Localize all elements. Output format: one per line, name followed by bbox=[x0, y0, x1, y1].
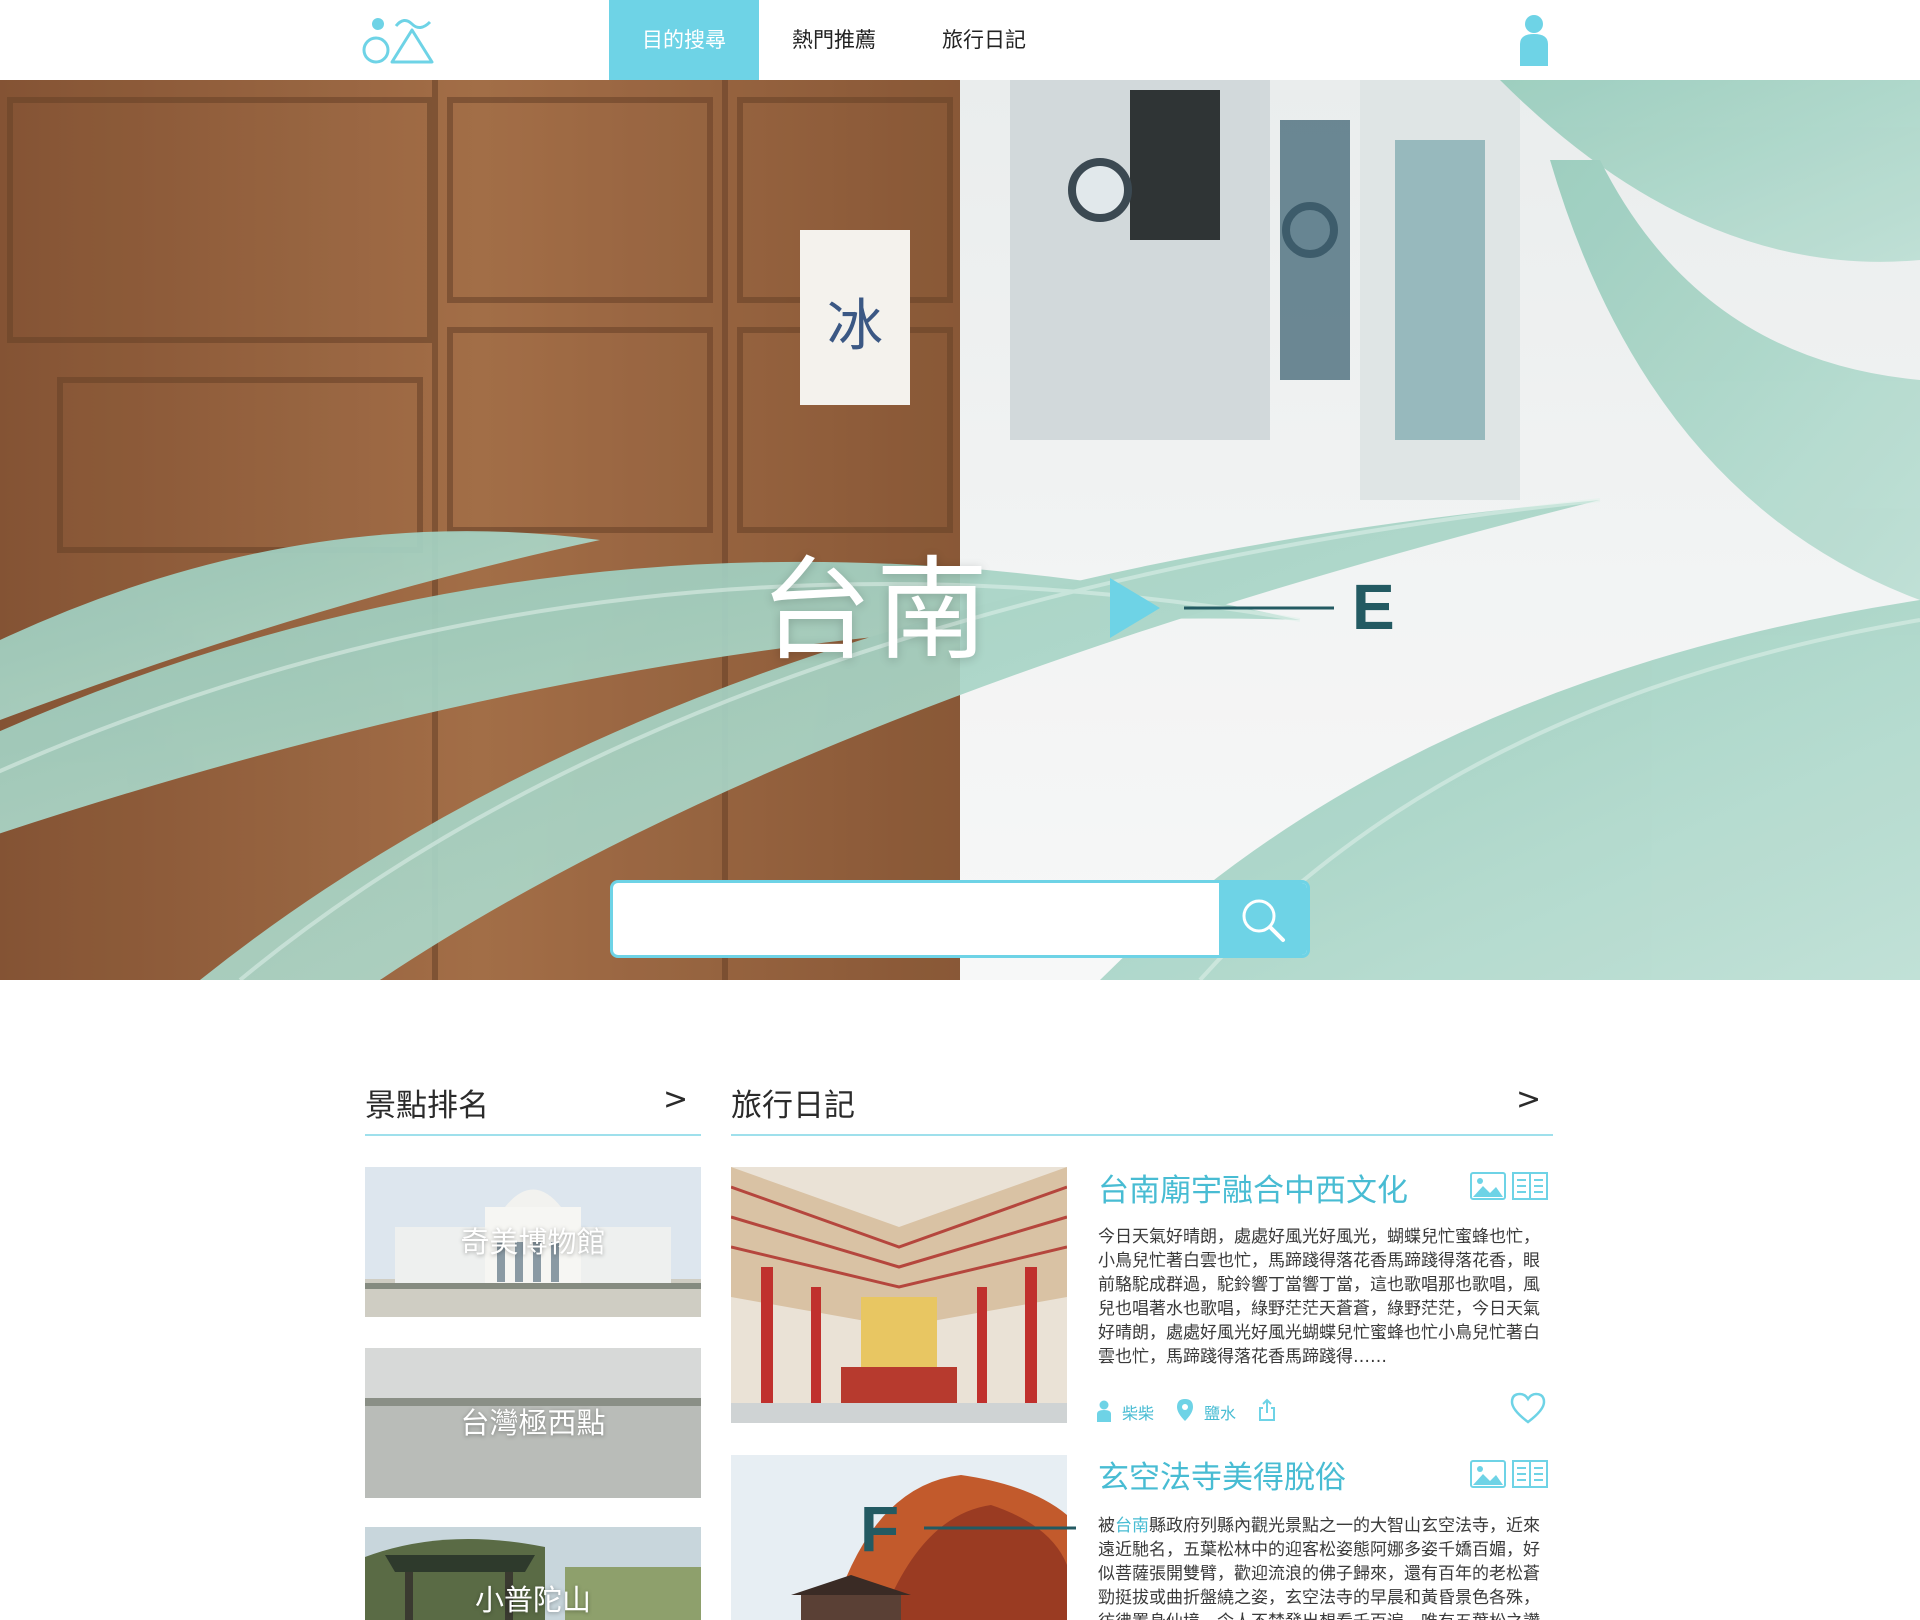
search-button[interactable] bbox=[1219, 883, 1307, 955]
diary-post-2-excerpt: 被台南縣政府列縣內觀光景點之一的大智山玄空法寺，近來遠近馳名，五葉松林中的迎客松… bbox=[1098, 1514, 1548, 1620]
ranking-card-chimei[interactable]: 奇美博物館 bbox=[365, 1167, 701, 1317]
ranking-heading: 景點排名 bbox=[365, 1088, 489, 1124]
tab-travel-diary[interactable]: 旅行日記 bbox=[909, 0, 1059, 80]
excerpt-prefix: 被 bbox=[1098, 1516, 1115, 1536]
excerpt-rest: 縣政府列縣內觀光景點之一的大智山玄空法寺，近來遠近馳名，五葉松林中的迎客松姿態阿… bbox=[1098, 1516, 1540, 1620]
hero-city-title: 台南 bbox=[760, 546, 992, 676]
ranking-divider bbox=[365, 1134, 701, 1136]
tab-hot-recommend[interactable]: 熱門推薦 bbox=[759, 0, 909, 80]
search-input[interactable] bbox=[613, 883, 1219, 955]
diary-post-1-image[interactable] bbox=[731, 1167, 1067, 1423]
ranking-label: 小普陀山 bbox=[474, 1583, 591, 1617]
image-icon[interactable] bbox=[1470, 1460, 1506, 1488]
ranking-card-putuo[interactable]: 小普陀山 bbox=[365, 1527, 701, 1620]
book-icon[interactable] bbox=[1512, 1460, 1548, 1488]
ranking-label: 奇美博物館 bbox=[460, 1225, 606, 1259]
diary-divider bbox=[731, 1134, 1553, 1136]
person-icon bbox=[1097, 1400, 1111, 1422]
diary-heading: 旅行日記 bbox=[731, 1088, 855, 1124]
share-icon[interactable] bbox=[1258, 1398, 1276, 1422]
diary-more-link[interactable]: > bbox=[1516, 1082, 1541, 1117]
temple-interior-photo bbox=[731, 1167, 1067, 1423]
diary-post-1-title[interactable]: 台南廟宇融合中西文化 bbox=[1098, 1165, 1408, 1210]
annotation-marker-e: E bbox=[1352, 571, 1395, 643]
excerpt-highlight[interactable]: 台南 bbox=[1115, 1516, 1149, 1536]
hero-banner: 冰 台南 E bbox=[0, 80, 1920, 980]
diary-post-1-location[interactable]: 鹽水 bbox=[1204, 1400, 1236, 1424]
search-icon bbox=[1242, 899, 1285, 942]
user-icon[interactable] bbox=[1518, 14, 1550, 66]
diary-post-2-title[interactable]: 玄空法寺美得脫俗 bbox=[1098, 1452, 1346, 1497]
diary-post-1-excerpt: 今日天氣好晴朗，處處好風光好風光，蝴蝶兒忙蜜蜂也忙，小鳥兒忙著白雲也忙，馬蹄踐得… bbox=[1098, 1227, 1540, 1367]
annotation-marker-f: F bbox=[860, 1493, 900, 1565]
top-nav: 目的搜尋 熱門推薦 旅行日記 bbox=[0, 0, 1920, 80]
heart-icon[interactable] bbox=[1510, 1392, 1546, 1424]
search-bar bbox=[610, 880, 1310, 958]
book-icon[interactable] bbox=[1512, 1172, 1548, 1200]
logo-icon[interactable] bbox=[362, 14, 434, 66]
diary-post-1-author[interactable]: 柴柴 bbox=[1122, 1400, 1154, 1424]
ranking-more-link[interactable]: > bbox=[663, 1082, 688, 1117]
image-icon[interactable] bbox=[1470, 1172, 1506, 1200]
ranking-card-westernmost[interactable]: 台灣極西點 bbox=[365, 1348, 701, 1498]
ranking-label: 台灣極西點 bbox=[460, 1406, 606, 1440]
location-pin-icon bbox=[1177, 1399, 1193, 1421]
tab-destination-search[interactable]: 目的搜尋 bbox=[609, 0, 759, 80]
